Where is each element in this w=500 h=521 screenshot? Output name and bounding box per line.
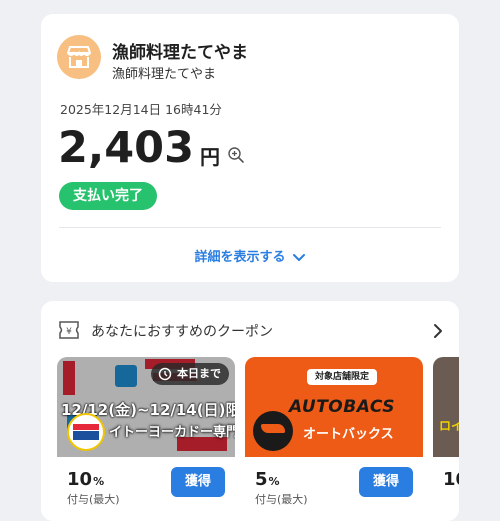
coupon-rate-value: 5 — [255, 469, 268, 490]
autobacs-wordmark: AUTOBACS — [289, 397, 395, 417]
chevron-right-icon[interactable] — [432, 323, 444, 339]
coupon-banner-image: 対象店舗限定 AUTOBACS オートバックス — [245, 357, 423, 457]
brand-logo — [67, 413, 105, 451]
days-left-label: 本日まで — [177, 367, 221, 380]
payment-receipt-card: 漁師料理たてやま 漁師料理たてやま 2025年12月14日 16時41分 2,4… — [41, 14, 459, 282]
coupon-rate-value: 10 — [443, 469, 459, 490]
recommended-coupons-card: ¥ あなたにおすすめのクーポン 本日まで 12/12(金)~12/14(日)限定… — [41, 301, 459, 521]
coupon-banner-image: ロイ — [433, 357, 459, 457]
coupon-rate-label: 付与(最大) — [255, 493, 308, 506]
get-coupon-button[interactable]: 獲得 — [359, 467, 413, 497]
coupon-rate-unit: % — [93, 475, 105, 488]
coupon-card[interactable]: ロイ 10 — [433, 357, 459, 521]
coupon-brand-name: イトーヨーカドー専門店街 — [109, 425, 235, 440]
coupon-rate: 10% — [67, 469, 104, 490]
coupons-section-title: あなたにおすすめのクーポン — [91, 324, 273, 340]
show-details-link[interactable]: 詳細を表示する — [41, 246, 459, 265]
brand-logo — [253, 411, 293, 451]
coupon-rate-value: 10 — [67, 469, 93, 490]
zoom-in-icon[interactable] — [227, 146, 245, 164]
coupon-card[interactable]: 本日まで 12/12(金)~12/14(日)限定 イトーヨーカドー専門店街 10… — [57, 357, 235, 521]
payment-amount: 2,403 — [58, 123, 195, 173]
coupon-card[interactable]: 対象店舗限定 AUTOBACS オートバックス 5% 付与(最大) 獲得 — [245, 357, 423, 521]
coupon-ticket-icon: ¥ — [59, 321, 79, 339]
payment-status-badge: 支払い完了 — [59, 182, 157, 210]
coupon-brand-name: オートバックス — [303, 427, 394, 442]
shop-icon — [57, 35, 101, 79]
shop-subname: 漁師料理たてやま — [112, 67, 217, 82]
store-limited-badge: 対象店舗限定 — [307, 369, 378, 385]
coupon-rate: 10 — [443, 469, 459, 490]
coupon-rate-label: 付与(最大) — [67, 493, 120, 506]
get-coupon-button[interactable]: 獲得 — [171, 467, 225, 497]
payment-datetime: 2025年12月14日 16時41分 — [60, 102, 222, 117]
coupon-rate-unit: % — [268, 475, 280, 488]
svg-text:¥: ¥ — [66, 327, 72, 337]
shop-name: 漁師料理たてやま — [112, 43, 248, 63]
days-left-badge: 本日まで — [151, 363, 229, 385]
coupon-banner-text: ロイ — [439, 419, 459, 433]
show-details-label: 詳細を表示する — [194, 250, 286, 265]
chevron-down-icon — [292, 253, 305, 261]
coupon-rate: 5% — [255, 469, 280, 490]
divider — [59, 227, 441, 228]
currency-unit: 円 — [200, 145, 220, 169]
coupon-banner-image: 本日まで 12/12(金)~12/14(日)限定 イトーヨーカドー専門店街 — [57, 357, 235, 457]
clock-icon — [158, 367, 172, 381]
